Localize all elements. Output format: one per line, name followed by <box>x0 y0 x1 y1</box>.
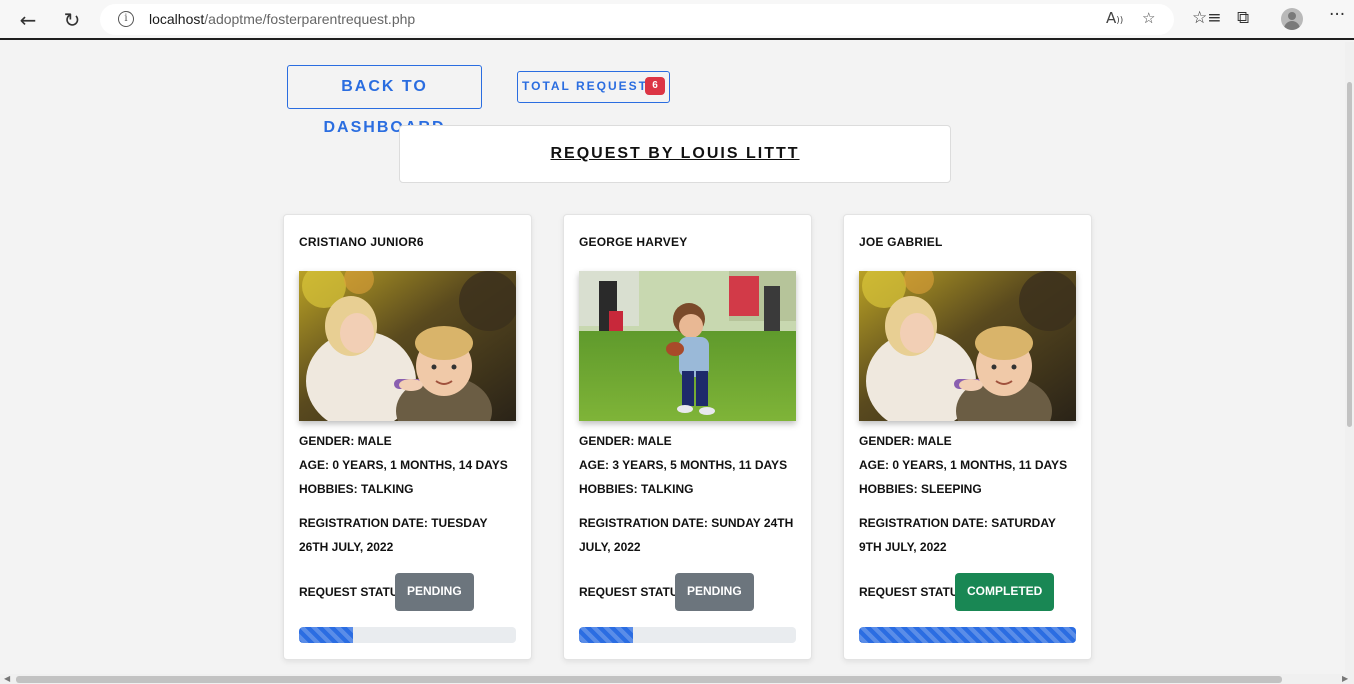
total-requests-badge: 6 <box>645 77 665 95</box>
progress-fill <box>859 627 1076 643</box>
child-name: George Harvey <box>579 235 688 249</box>
back-arrow-icon[interactable]: ← <box>14 6 42 34</box>
request-status-label: Request Status: <box>579 585 691 599</box>
registration-date-text: Registration Date: Sunday 24th July, 202… <box>579 516 794 554</box>
url-host: localhost <box>149 11 205 27</box>
status-badge: Pending <box>395 573 474 611</box>
gender-text: Gender: Male <box>299 434 392 448</box>
hobbies-text: Hobbies: Talking <box>579 482 694 496</box>
status-badge: Completed <box>955 573 1055 611</box>
child-with-football-photo <box>579 271 796 421</box>
progress-fill <box>299 627 354 643</box>
request-card: Joe Gabriel <box>843 214 1092 660</box>
child-name: Cristiano Junior6 <box>299 235 424 249</box>
page-title: Request by Louis Littt <box>550 145 800 162</box>
total-requests-label: Total Requests <box>522 79 659 93</box>
progress-bar <box>579 627 796 643</box>
vertical-scroll-thumb[interactable] <box>1347 82 1352 427</box>
request-status-label: Request Status: <box>859 585 971 599</box>
two-children-autumn-photo <box>859 271 1076 421</box>
two-children-autumn-photo <box>299 271 516 421</box>
url-text[interactable]: localhost/adoptme/fosterparentrequest.ph… <box>149 11 415 27</box>
progress-fill <box>579 627 634 643</box>
registration-date-text: Registration Date: Tuesday 26th July, 20… <box>299 516 488 554</box>
horizontal-scrollbar[interactable]: ◀ ▶ <box>0 674 1354 684</box>
age-text: Age: 0 Years, 1 Months, 11 Days <box>859 458 1068 472</box>
url-path: /adoptme/fosterparentrequest.php <box>204 11 416 27</box>
age-text: Age: 3 Years, 5 Months, 11 Days <box>579 458 788 472</box>
collections-icon[interactable]: ⧉ <box>1237 8 1249 28</box>
back-to-dashboard-button[interactable]: Back to Dashboard <box>287 65 482 136</box>
hobbies-text: Hobbies: Talking <box>299 482 414 496</box>
registration-date-text: Registration Date: Saturday 9th July, 20… <box>859 516 1056 554</box>
age-text: Age: 0 Years, 1 Months, 14 Days <box>299 458 508 472</box>
gender-text: Gender: Male <box>859 434 952 448</box>
more-menu-icon[interactable]: ··· <box>1329 5 1345 25</box>
status-badge: Pending <box>675 573 754 611</box>
hobbies-text: Hobbies: Sleeping <box>859 482 982 496</box>
request-header-card: Request by Louis Littt <box>399 125 951 183</box>
address-bar[interactable]: i localhost/adoptme/fosterparentrequest.… <box>100 4 1174 35</box>
progress-bar <box>299 627 516 643</box>
browser-toolbar: ← ↻ i localhost/adoptme/fosterparentrequ… <box>0 0 1354 40</box>
site-info-icon[interactable]: i <box>118 11 134 27</box>
add-favorite-icon[interactable]: ☆ <box>1142 9 1155 27</box>
request-card: Cristiano Junior6 <box>283 214 532 660</box>
read-aloud-icon[interactable]: A)) <box>1106 9 1123 27</box>
vertical-scrollbar[interactable] <box>1345 42 1354 674</box>
gender-text: Gender: Male <box>579 434 672 448</box>
progress-bar <box>859 627 1076 643</box>
horizontal-scroll-thumb[interactable] <box>16 676 1282 683</box>
favorites-icon[interactable]: ☆≡ <box>1192 8 1221 28</box>
total-requests-button[interactable]: Total Requests 6 <box>517 71 670 103</box>
child-name: Joe Gabriel <box>859 235 943 249</box>
request-status-label: Request Status: <box>299 585 411 599</box>
scroll-right-arrow-icon[interactable]: ▶ <box>1342 674 1348 683</box>
request-card: George Harvey <box>563 214 812 660</box>
reload-icon[interactable]: ↻ <box>58 6 86 34</box>
scroll-left-arrow-icon[interactable]: ◀ <box>4 674 10 683</box>
profile-avatar[interactable] <box>1281 8 1303 30</box>
